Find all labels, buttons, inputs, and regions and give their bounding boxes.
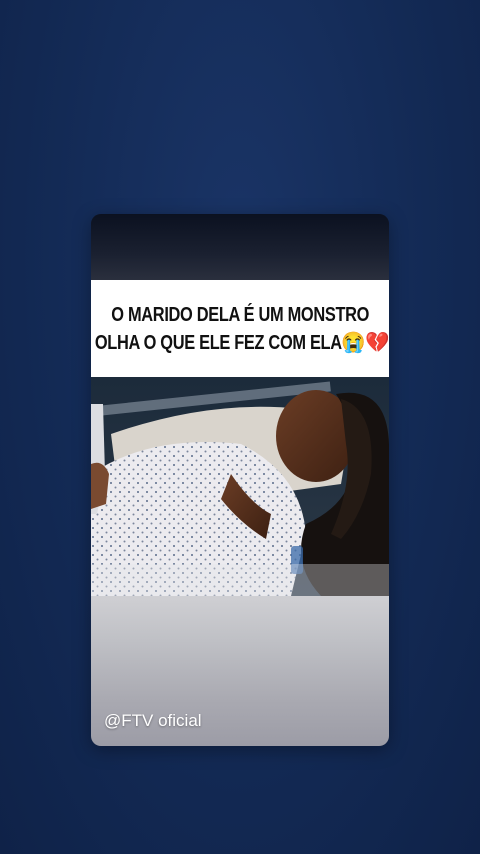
caption-line-2: OLHA O QUE ELE FEZ COM ELA😭💔 [94, 329, 389, 357]
hospital-scene-image [91, 364, 389, 596]
account-watermark: @FTV oficial [104, 711, 202, 730]
story-top-blur [91, 214, 389, 280]
crying-broken-heart-emoji-icon: 😭💔 [340, 331, 389, 354]
story-card[interactable]: O MARIDO DELA É UM MONSTRO OLHA O QUE EL… [91, 214, 389, 746]
story-photo [91, 364, 389, 596]
caption-line-1: O MARIDO DELA É UM MONSTRO [111, 303, 369, 326]
story-caption-bar: O MARIDO DELA É UM MONSTRO OLHA O QUE EL… [91, 280, 389, 377]
caption-line-2-text: OLHA O QUE ELE FEZ COM ELA [94, 331, 342, 354]
